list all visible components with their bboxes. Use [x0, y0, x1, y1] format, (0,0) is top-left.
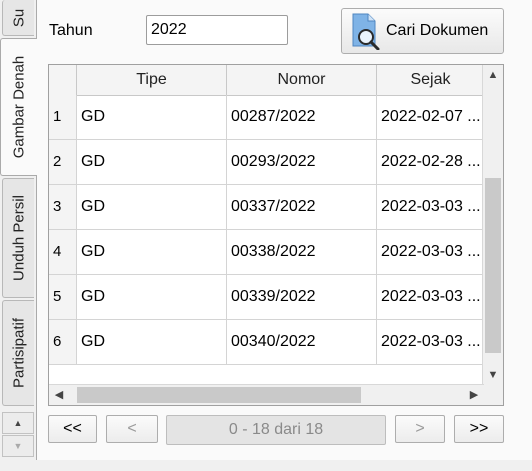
tab-unduh-persil-label: Unduh Persil [10, 195, 27, 281]
tab-partisipatif-label: Partisipatif [10, 317, 27, 389]
scroll-right-arrow-icon[interactable]: ▶ [464, 388, 484, 401]
prev-page-button[interactable]: < [106, 415, 158, 443]
cell-tipe[interactable]: GD [77, 275, 227, 319]
header-corner[interactable] [49, 65, 77, 95]
cell-tipe[interactable]: GD [77, 140, 227, 184]
cell-nomor[interactable]: 00339/2022 [227, 275, 377, 319]
cell-tipe[interactable]: GD [77, 320, 227, 364]
table-row[interactable]: 5 GD 00339/2022 2022-03-03 ... [49, 275, 484, 320]
cell-sejak[interactable]: 2022-02-28 ... [377, 140, 484, 184]
cell-sejak[interactable]: 2022-03-03 ... [377, 320, 484, 364]
scroll-left-arrow-icon[interactable]: ◀ [49, 388, 69, 401]
cell-nomor[interactable]: 00293/2022 [227, 140, 377, 184]
table-header: Tipe Nomor Sejak [49, 65, 484, 96]
first-page-button[interactable]: << [48, 415, 97, 443]
scrollbar-corner [483, 385, 503, 405]
table-row[interactable]: 6 GD 00340/2022 2022-03-03 ... [49, 320, 484, 365]
year-input[interactable] [146, 15, 288, 45]
scroll-down-arrow-icon[interactable]: ▼ [483, 369, 503, 381]
cell-sejak[interactable]: 2022-03-03 ... [377, 230, 484, 274]
tab-unduh-persil[interactable]: Unduh Persil [2, 178, 34, 298]
column-header-nomor[interactable]: Nomor [227, 65, 377, 95]
cell-nomor[interactable]: 00287/2022 [227, 95, 377, 139]
cell-sejak[interactable]: 2022-03-03 ... [377, 185, 484, 229]
column-header-sejak[interactable]: Sejak [377, 65, 484, 95]
table-row[interactable]: 1 GD 00287/2022 2022-02-07 ... [49, 95, 484, 140]
cell-tipe[interactable]: GD [77, 230, 227, 274]
row-number[interactable]: 1 [49, 95, 77, 139]
row-number[interactable]: 2 [49, 140, 77, 184]
cell-tipe[interactable]: GD [77, 95, 227, 139]
year-label: Tahun [49, 22, 93, 39]
cell-sejak[interactable]: 2022-02-07 ... [377, 95, 484, 139]
row-number[interactable]: 4 [49, 230, 77, 274]
page-info: 0 - 18 dari 18 [166, 415, 386, 445]
scroll-up-arrow-icon[interactable]: ▲ [483, 69, 503, 81]
tab-scroll-down-button[interactable]: ▼ [2, 435, 34, 457]
cell-nomor[interactable]: 00340/2022 [227, 320, 377, 364]
tab-su-label: Su [10, 8, 27, 27]
row-number[interactable]: 6 [49, 320, 77, 364]
cell-sejak[interactable]: 2022-03-03 ... [377, 275, 484, 319]
column-header-tipe[interactable]: Tipe [77, 65, 227, 95]
table-row[interactable]: 3 GD 00337/2022 2022-03-03 ... [49, 185, 484, 230]
horizontal-scrollbar[interactable]: ◀ ▶ [49, 384, 484, 405]
row-number[interactable]: 5 [49, 275, 77, 319]
tab-gambar-denah[interactable]: Gambar Denah [0, 38, 37, 176]
triangle-down-icon: ▼ [13, 441, 23, 451]
tab-partisipatif[interactable]: Partisipatif [2, 300, 34, 406]
tab-gambar-denah-label: Gambar Denah [10, 55, 28, 159]
search-document-label: Cari Dokumen [386, 22, 489, 39]
tab-su[interactable]: Su [2, 0, 34, 36]
table-body: 1 GD 00287/2022 2022-02-07 ... 2 GD 0029… [49, 95, 484, 385]
cell-tipe[interactable]: GD [77, 185, 227, 229]
last-page-button[interactable]: >> [454, 415, 504, 443]
vertical-scrollbar[interactable]: ▲ ▼ [482, 65, 503, 385]
cell-nomor[interactable]: 00338/2022 [227, 230, 377, 274]
cell-nomor[interactable]: 00337/2022 [227, 185, 377, 229]
table-row[interactable]: 2 GD 00293/2022 2022-02-28 ... [49, 140, 484, 185]
row-number[interactable]: 3 [49, 185, 77, 229]
triangle-up-icon: ▲ [13, 418, 23, 428]
table-row[interactable]: 4 GD 00338/2022 2022-03-03 ... [49, 230, 484, 275]
next-page-button[interactable]: > [395, 415, 445, 443]
vertical-tab-strip: Su Gambar Denah Unduh Persil Partisipati… [0, 0, 37, 471]
document-search-icon [350, 12, 380, 51]
horizontal-scroll-thumb[interactable] [77, 387, 361, 403]
search-document-button[interactable]: Cari Dokumen [341, 8, 504, 54]
document-table: Tipe Nomor Sejak 1 GD 00287/2022 2022-02… [48, 64, 504, 406]
tab-scroll-up-button[interactable]: ▲ [2, 412, 34, 434]
vertical-scroll-thumb[interactable] [485, 178, 501, 353]
